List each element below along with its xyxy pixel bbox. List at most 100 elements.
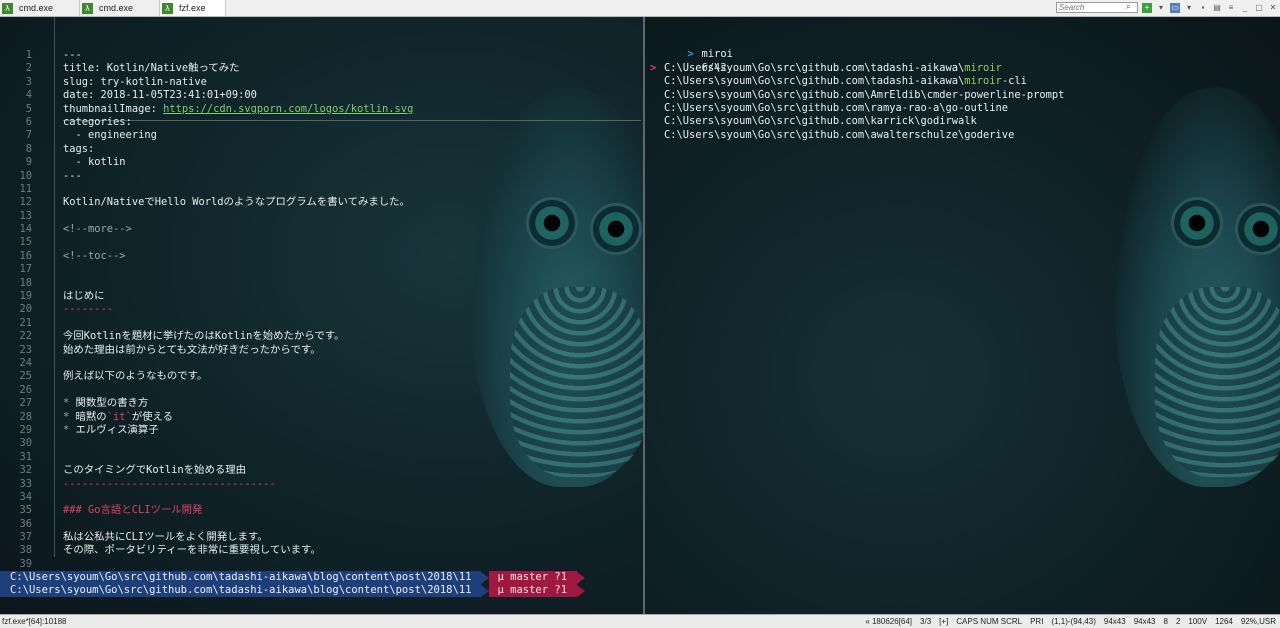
editor-line[interactable]: 2 title: Kotlin/Native触ってみた xyxy=(0,62,413,75)
right-console-pane[interactable]: > miroi 6/42 > C:\Users\syoum\Go\src\githu… xyxy=(645,17,1280,614)
git-branch-badge: μ master ?1 xyxy=(489,571,578,584)
editor-line[interactable]: 35 ### Go言語とCLIツール開発 xyxy=(0,504,413,517)
editor-line[interactable]: 19 はじめに xyxy=(0,290,413,303)
fzf-result-item[interactable]: C:\Users\syoum\Go\src\github.com\AmrEldi… xyxy=(650,89,1064,102)
editor-line[interactable]: 12 Kotlin/NativeでHello Worldのようなプログラムを書いて… xyxy=(0,196,413,209)
editor-line[interactable]: 13 xyxy=(0,210,413,223)
editor-line[interactable]: 32 このタイミングでKotlinを始める理由 xyxy=(0,464,413,477)
editor-line[interactable]: 5 thumbnailImage: https://cdn.svgporn.com… xyxy=(0,103,414,116)
status-segment: [+] xyxy=(939,617,949,626)
tab-label: cmd.exe xyxy=(99,3,134,13)
line-number: 4 xyxy=(25,89,32,102)
fzf-result-item[interactable]: C:\Users\syoum\Go\src\github.com\karrick… xyxy=(650,115,1064,128)
line-number: 29 xyxy=(19,423,32,436)
layout-icon[interactable]: ▭ xyxy=(1170,3,1180,13)
editor-line[interactable]: 1 --- xyxy=(0,49,413,62)
editor-line[interactable]: 25 例えば以下のようなものです。 xyxy=(0,370,413,383)
line-number: 27 xyxy=(19,397,32,410)
editor-line[interactable]: 28 * 暗黙の`it`が使える xyxy=(0,411,413,424)
editor-line[interactable]: 33 ---------------------------------- xyxy=(0,478,413,491)
editor-line[interactable]: 36 xyxy=(0,518,413,531)
dropdown-icon[interactable]: ▾ xyxy=(1156,3,1166,13)
editor-line[interactable]: 7 - engineering xyxy=(0,129,413,142)
line-number: 17 xyxy=(19,263,32,276)
tab-label: cmd.exe xyxy=(19,3,54,13)
line-number: 20 xyxy=(19,303,32,316)
fzf-result-item[interactable]: C:\Users\syoum\Go\src\github.com\tadashi… xyxy=(650,75,1064,88)
line-number: 11 xyxy=(19,182,32,195)
editor-line[interactable]: 11 xyxy=(0,183,413,196)
line-text: title: Kotlin/Native触ってみた xyxy=(63,62,240,75)
editor-line[interactable]: 37 私は公私共にCLIツールをよく開発します。 xyxy=(0,531,413,544)
line-number: 23 xyxy=(19,343,32,356)
fzf-count-row: 6/42 xyxy=(650,48,1064,74)
fzf-finder[interactable]: > miroi 6/42 > C:\Users\syoum\Go\src\githu… xyxy=(650,35,1064,142)
status-segment: « 180626[64] xyxy=(865,617,913,626)
tab-cmd-2[interactable]: λ cmd.exe xyxy=(80,0,160,16)
editor-line[interactable]: 8 tags: xyxy=(0,143,413,156)
fzf-result-item[interactable]: C:\Users\syoum\Go\src\github.com\awalter… xyxy=(650,129,1064,142)
editor-line[interactable]: 17 xyxy=(0,263,413,276)
new-console-icon[interactable]: + xyxy=(1142,3,1152,13)
status-segments: « 180626[64] 3/3 [+] CAPS NUM SCRL PRI (1,1)-… xyxy=(861,617,1280,626)
editor-line[interactable]: 20 -------- xyxy=(0,303,413,316)
editor-line[interactable]: 6 categories: xyxy=(0,116,413,129)
editor-line[interactable]: 16 <!--toc--> xyxy=(0,250,413,263)
fzf-result-item[interactable]: > C:\Users\syoum\Go\src\github.com\tadash… xyxy=(650,62,1064,75)
owl-wallpaper xyxy=(470,87,643,487)
line-number: 6 xyxy=(25,115,32,128)
editor-line[interactable]: 18 xyxy=(0,277,413,290)
left-console-pane[interactable]: 1 --- 2 title: Kotlin/Native触ってみた 3 slug: try… xyxy=(0,17,643,614)
fzf-result-item[interactable]: C:\Users\syoum\Go\src\github.com\ramya-r… xyxy=(650,102,1064,115)
minimize-icon[interactable]: _ xyxy=(1240,3,1250,13)
editor-line[interactable]: 39 xyxy=(0,558,413,571)
line-text: ---------------------------------- xyxy=(63,477,276,490)
line-text: 私は公私共にCLIツールをよく開発します。 xyxy=(63,531,268,544)
fzf-result-list[interactable]: > C:\Users\syoum\Go\src\github.com\tadash… xyxy=(650,62,1064,142)
status-segment: (1,1)-(94,43) xyxy=(1051,617,1096,626)
lock-icon[interactable]: ▪ xyxy=(1198,3,1208,13)
editor-line[interactable]: 31 xyxy=(0,451,413,464)
tab-fzf[interactable]: λ fzf.exe xyxy=(160,0,226,16)
close-icon[interactable]: ✕ xyxy=(1268,3,1278,13)
document-icon[interactable]: ▤ xyxy=(1212,3,1222,13)
editor-line[interactable]: 29 * エルヴィス演算子 xyxy=(0,424,413,437)
line-number: 13 xyxy=(19,209,32,222)
editor-line[interactable]: 22 今回Kotlinを題材に挙げたのはKotlinを始めたからです。 xyxy=(0,330,413,343)
editor-buffer[interactable]: 1 --- 2 title: Kotlin/Native触ってみた 3 slug: try… xyxy=(0,49,413,571)
line-number: 16 xyxy=(19,249,32,262)
settings-icon[interactable]: ≡ xyxy=(1226,3,1236,13)
inline-code: `it` xyxy=(106,410,132,423)
editor-line[interactable]: 30 xyxy=(0,437,413,450)
editor-line[interactable]: 4 date: 2018-11-05T23:41:01+09:00 xyxy=(0,89,413,102)
editor-line[interactable]: 3 slug: try-kotlin-native xyxy=(0,76,413,89)
tab-cmd-1[interactable]: λ cmd.exe xyxy=(0,0,80,16)
line-text: - engineering xyxy=(63,129,157,142)
line-number: 30 xyxy=(19,437,32,450)
editor-line[interactable]: 14 <!--more--> xyxy=(0,223,413,236)
search-icon[interactable]: ⌕ xyxy=(1126,2,1136,13)
dropdown-icon[interactable]: ▾ xyxy=(1184,3,1194,13)
editor-line[interactable]: 26 xyxy=(0,384,413,397)
editor-line[interactable]: 24 xyxy=(0,357,413,370)
powerline-separator xyxy=(577,584,586,597)
fzf-result-path: C:\Users\syoum\Go\src\github.com\karrick… xyxy=(664,115,977,128)
status-segment: 92%,USR xyxy=(1240,617,1276,626)
line-number: 12 xyxy=(19,196,32,209)
editor-line[interactable]: 15 xyxy=(0,236,413,249)
list-bullet: * xyxy=(63,397,70,410)
editor-line[interactable]: 10 --- xyxy=(0,170,413,183)
editor-line[interactable]: 34 xyxy=(0,491,413,504)
fzf-query-row[interactable]: > miroi xyxy=(650,35,1064,60)
editor-line[interactable]: 38 その際、ポータビリティーを非常に重要視しています。 xyxy=(0,544,413,557)
fzf-pointer: > xyxy=(650,61,657,74)
line-text: tags: xyxy=(63,142,95,155)
line-number: 15 xyxy=(19,236,32,249)
editor-line[interactable]: 23 始めた理由は前からとても文法が好きだったからです。 xyxy=(0,344,413,357)
line-url[interactable]: https://cdn.svgporn.com/logos/kotlin.svg xyxy=(163,103,413,115)
maximize-icon[interactable]: ▢ xyxy=(1254,3,1264,13)
editor-line[interactable]: 9 - kotlin xyxy=(0,156,413,169)
fzf-result-path: C:\Users\syoum\Go\src\github.com\AmrEldi… xyxy=(664,88,1065,101)
editor-line[interactable]: 27 * 関数型の書き方 xyxy=(0,397,413,410)
editor-line[interactable]: 21 xyxy=(0,317,413,330)
